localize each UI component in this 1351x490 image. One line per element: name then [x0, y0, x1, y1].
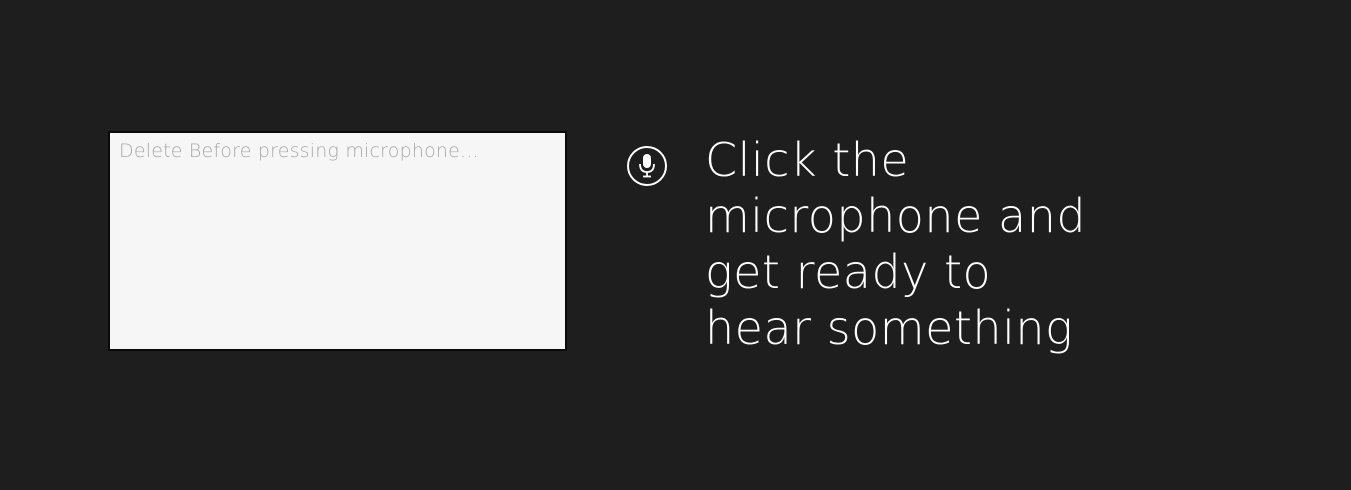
instructions-line: hear something [705, 301, 1074, 355]
instructions-line: get ready to [705, 245, 992, 299]
instructions-line: Click the [705, 133, 910, 187]
microphone-button[interactable] [627, 146, 667, 186]
instructions-line: microphone and [705, 189, 1087, 243]
speech-text-input[interactable] [108, 131, 567, 351]
instructions-text: Click the microphone and get ready to he… [705, 132, 1105, 356]
microphone-icon [639, 154, 655, 178]
